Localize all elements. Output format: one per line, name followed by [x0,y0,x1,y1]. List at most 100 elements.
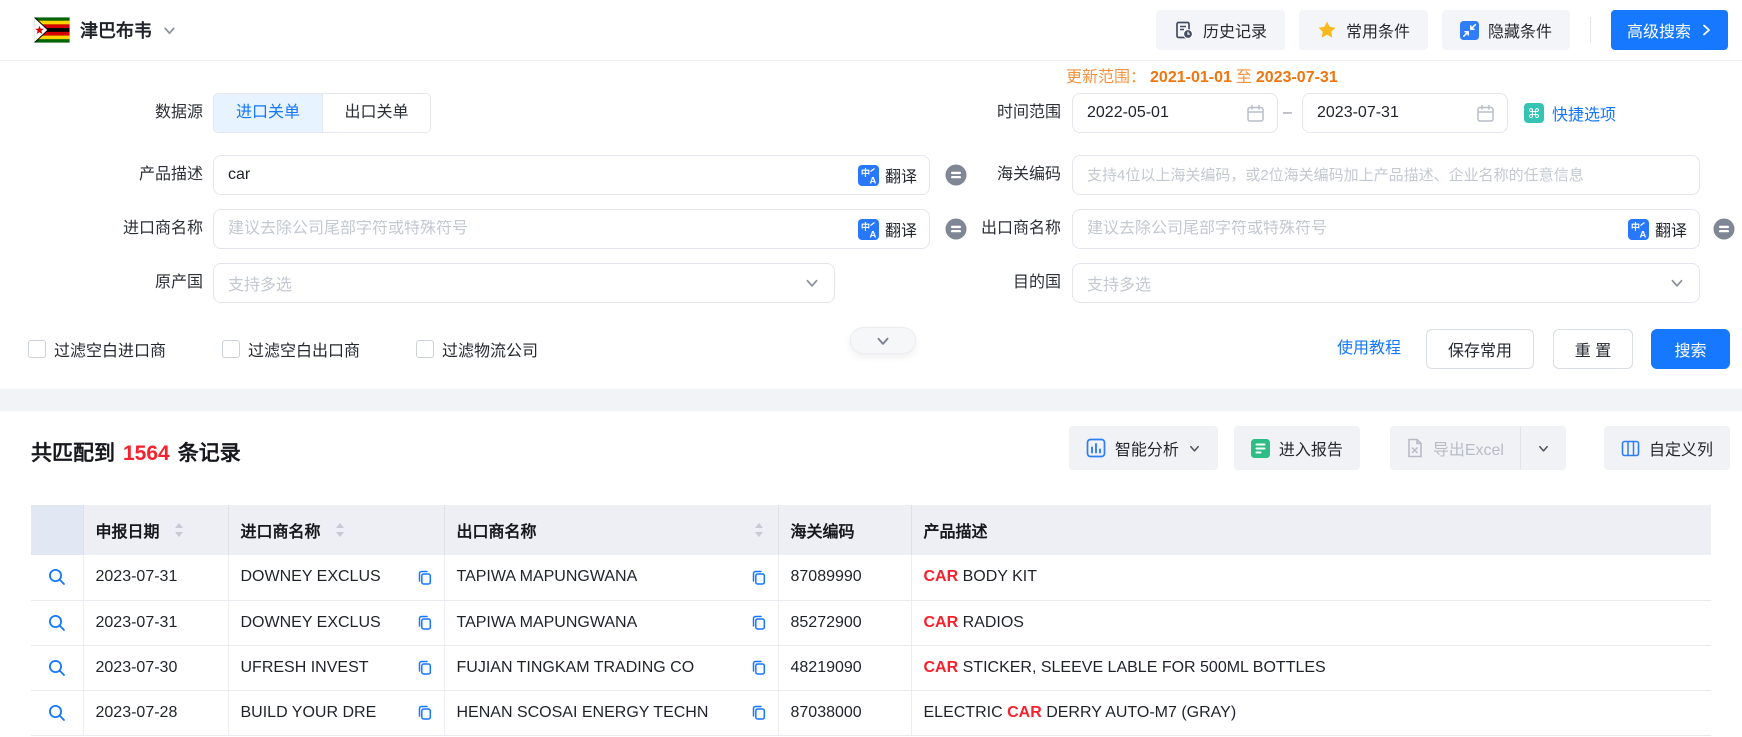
tab-export-declarations[interactable]: 出口关单 [322,94,430,132]
chevron-down-icon [1669,275,1685,291]
view-detail-button[interactable] [47,613,67,633]
origin-country-select[interactable]: 支持多选 [213,263,835,303]
custom-columns-label: 自定义列 [1649,436,1713,460]
custom-columns-button[interactable]: 自定义列 [1604,426,1730,470]
destination-country-select[interactable]: 支持多选 [1072,263,1700,303]
header-importer[interactable]: 进口商名称 [228,505,444,555]
results-count: 1564 [123,442,170,465]
hide-conditions-button[interactable]: 隐藏条件 [1442,10,1570,50]
enter-report-button[interactable]: 进入报告 [1234,426,1360,470]
favorites-button[interactable]: 常用条件 [1299,10,1428,50]
copy-icon [750,704,767,721]
cell-date: 2023-07-30 [83,645,228,690]
excel-file-icon [1406,438,1424,458]
cell-product-desc: CAR RADIOS [911,600,1711,645]
exporter-input[interactable] [1087,220,1628,238]
filter-logistics[interactable]: 过滤物流公司 [416,337,538,361]
copy-button[interactable] [749,567,769,587]
cell-exporter: HENAN SCOSAI ENERGY TECHN [444,690,778,735]
summary-suffix: 条记录 [178,442,241,465]
country-selector[interactable]: 津巴布韦 [34,17,177,43]
filter-blank-importer[interactable]: 过滤空白进口商 [28,337,166,361]
reset-button[interactable]: 重 置 [1553,329,1633,369]
copy-button[interactable] [749,613,769,633]
header-select-column [31,505,83,555]
smart-analysis-label: 智能分析 [1115,436,1179,460]
filter-blank-exporter[interactable]: 过滤空白出口商 [222,337,360,361]
date-end-input[interactable]: 2023-07-31 [1302,93,1508,133]
keyword-highlight: CAR [924,568,959,585]
hs-code-input[interactable] [1087,167,1687,184]
copy-button[interactable] [749,703,769,723]
topbar: 津巴布韦 历史记录 常用条件 隐藏条件 [0,0,1742,61]
update-range-to: 至 [1236,69,1252,86]
advanced-search-button[interactable]: 高级搜索 [1611,10,1728,50]
cell-search [31,555,83,600]
history-label: 历史记录 [1203,18,1267,42]
copy-button[interactable] [415,567,435,587]
destination-country-placeholder: 支持多选 [1087,271,1151,295]
cell-importer: UFRESH INVEST [228,645,444,690]
filter-checkboxes: 过滤空白进口商 过滤空白出口商 过滤物流公司 [28,335,538,363]
product-desc-field: 中 A 翻译 [213,155,930,195]
command-icon: ⌘ [1524,103,1544,123]
view-detail-button[interactable] [47,703,67,723]
table-row: 2023-07-31 DOWNEY EXCLUS TAPIWA MAPUNGWA… [31,600,1711,645]
header-declaration-date[interactable]: 申报日期 [83,505,228,555]
favorites-label: 常用条件 [1346,18,1410,42]
cell-product-desc: CAR STICKER, SLEEVE LABLE FOR 500ML BOTT… [911,645,1711,690]
header-label: 申报日期 [96,518,160,542]
save-conditions-button[interactable]: 保存常用 [1426,329,1534,369]
cell-date: 2023-07-28 [83,690,228,735]
smart-analysis-button[interactable]: 智能分析 [1069,426,1218,470]
view-detail-button[interactable] [47,658,67,678]
magnifier-icon [47,703,67,723]
cell-date: 2023-07-31 [83,555,228,600]
checkbox-icon [28,340,46,358]
search-button[interactable]: 搜索 [1651,329,1730,369]
copy-button[interactable] [749,658,769,678]
cell-exporter: FUJIAN TINGKAM TRADING CO [444,645,778,690]
product-desc-input[interactable] [228,166,858,184]
filter-blank-exporter-label: 过滤空白出口商 [248,337,360,361]
collapse-icon [1460,21,1479,40]
cell-product-desc: CAR BODY KIT [911,555,1711,600]
keyword-highlight: CAR [924,614,959,631]
update-range-end: 2023-07-31 [1256,69,1338,86]
copy-icon [416,704,433,721]
calendar-icon [1246,104,1265,123]
translate-button[interactable]: 中 A 翻译 [1628,217,1687,241]
date-end-value: 2023-07-31 [1317,104,1399,122]
chevron-down-icon [875,333,891,349]
cell-exporter: TAPIWA MAPUNGWANA [444,555,778,600]
header-exporter[interactable]: 出口商名称 [444,505,778,555]
tutorial-link[interactable]: 使用教程 [1337,329,1401,369]
collapse-form-button[interactable] [850,327,916,354]
sort-icon [335,522,345,538]
quick-options-link[interactable]: ⌘ 快捷选项 [1524,93,1616,133]
cell-hs-code: 87089990 [778,555,911,600]
sort-icon [754,522,764,538]
view-detail-button[interactable] [47,567,67,587]
update-range-label: 更新范围： [1066,69,1146,86]
copy-button[interactable] [415,613,435,633]
data-source-tabs: 进口关单 出口关单 [213,93,431,133]
advanced-search-label: 高级搜索 [1627,18,1691,42]
date-start-input[interactable]: 2022-05-01 [1072,93,1278,133]
exact-match-toggle-icon[interactable] [1712,217,1736,241]
table-row: 2023-07-30 UFRESH INVEST FUJIAN TINGKAM … [31,645,1711,690]
tab-import-declarations[interactable]: 进口关单 [214,94,322,132]
section-divider [0,389,1742,411]
copy-button[interactable] [415,703,435,723]
translate-label: 翻译 [1655,217,1687,241]
importer-input[interactable] [228,220,858,238]
header-product-desc: 产品描述 [911,505,1711,555]
copy-button[interactable] [415,658,435,678]
update-range: 更新范围：2021-01-01至2023-07-31 [1066,63,1342,87]
history-button[interactable]: 历史记录 [1156,10,1285,50]
update-range-start: 2021-01-01 [1150,69,1232,86]
cell-search [31,600,83,645]
filter-logistics-label: 过滤物流公司 [442,337,538,361]
results-section: 共匹配到1564条记录 智能分析 进入报告 [0,411,1742,737]
export-options-button[interactable] [1520,426,1566,470]
